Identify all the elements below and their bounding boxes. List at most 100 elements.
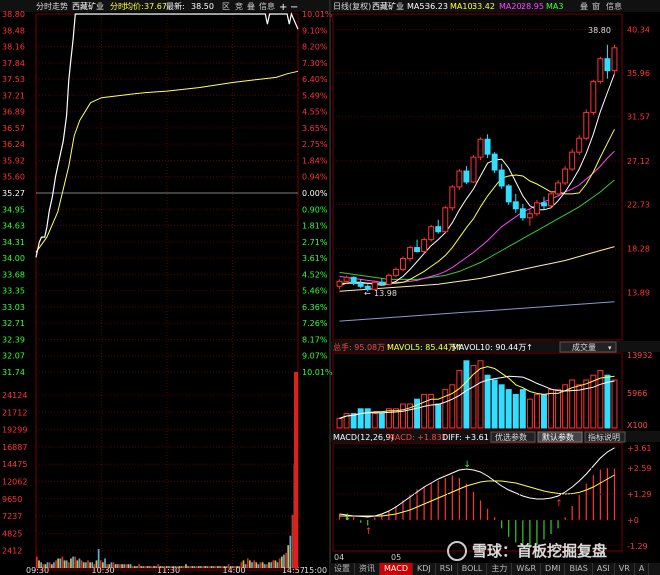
volume-bar — [289, 535, 292, 568]
price-tick-label: 35.92 — [2, 156, 25, 165]
volume-bar — [187, 566, 189, 568]
btn-daily-info[interactable]: 信息 — [606, 1, 622, 11]
price-tick-label: 34.63 — [2, 222, 25, 231]
daily-volume-bar — [505, 389, 512, 429]
intraday-mode[interactable]: 分时 — [110, 1, 126, 11]
ma30-line — [339, 179, 615, 280]
pct-tick-label: 8.20% — [302, 43, 328, 52]
tab-macd[interactable]: MACD — [380, 563, 413, 575]
tab-asi[interactable]: ASI — [593, 563, 615, 575]
volume-bar — [142, 566, 145, 568]
btn-qu[interactable]: 区 — [222, 2, 230, 11]
candle-body — [378, 281, 385, 285]
volume-bar — [227, 564, 230, 568]
btn-die[interactable]: 叠 — [247, 2, 255, 11]
volume-bar — [238, 566, 241, 568]
daily-volume-bar — [576, 384, 583, 429]
candle-body — [505, 185, 512, 203]
tab-[interactable]: 设置 — [330, 563, 355, 575]
btn-overlay[interactable]: 叠 — [580, 2, 588, 11]
volume-bar — [91, 562, 94, 568]
volume-bar — [110, 562, 113, 568]
volume-bar — [268, 562, 270, 568]
pct-tick-label: 0.94% — [302, 173, 328, 182]
volume-bar — [172, 566, 175, 568]
tab-[interactable]: 主力 — [487, 563, 513, 575]
volume-bar — [178, 566, 181, 568]
tab-boll[interactable]: BOLL — [458, 563, 488, 575]
daily-volume-bar — [477, 360, 484, 429]
daily-volume-bar — [541, 393, 547, 429]
pct-tick-label: 7.26% — [302, 319, 328, 328]
daily-axis: 40.34 35.96 31.57 27.12 22.73 18.28 13.89 — [627, 26, 650, 298]
candle-body — [548, 193, 554, 207]
pct-tick-label: 6.36% — [302, 303, 328, 312]
zoom-out-icon[interactable]: − — [290, 2, 298, 13]
daily-volume-bar — [484, 374, 491, 429]
daily-volume-bar — [371, 413, 378, 429]
candle-body — [526, 213, 533, 219]
candle-body — [541, 202, 547, 207]
candle-body — [449, 186, 456, 209]
daily-volume-bar — [590, 374, 597, 429]
volume-bar — [127, 564, 130, 568]
candle-body — [512, 201, 519, 210]
volume-bar — [50, 564, 53, 568]
volume-bar — [112, 562, 115, 568]
volume-bar — [197, 566, 200, 568]
btn-window[interactable]: 窗 — [592, 1, 600, 11]
ma5-line — [339, 73, 615, 286]
volume-bar — [48, 562, 51, 568]
sell-signal-icon: ↑ — [365, 527, 373, 537]
volume-bar — [38, 560, 40, 568]
volume-bar — [223, 566, 226, 568]
chevron-down-icon[interactable]: ▾ — [608, 344, 612, 352]
volume-bar — [74, 556, 77, 568]
volume-bar — [36, 556, 38, 568]
tab-rsi[interactable]: RSI — [436, 563, 458, 575]
volume-bar — [229, 566, 232, 568]
candle-body — [400, 257, 406, 270]
volume-tick-label: 19299 — [2, 426, 27, 435]
btn-jing[interactable]: 竞 — [235, 1, 243, 11]
tab-dmi[interactable]: DMI — [541, 563, 566, 575]
diff-line — [339, 447, 615, 518]
volume-bar — [57, 558, 60, 568]
price-tick-label: 33.68 — [2, 270, 25, 279]
pct-tick-label: 9.10% — [302, 26, 328, 35]
pct-tick-label: 1.81% — [302, 222, 328, 231]
btn-info[interactable]: 信息 — [259, 1, 275, 11]
tab-[interactable]: 资讯 — [355, 563, 380, 575]
tab-kdj[interactable]: KDJ — [413, 563, 436, 575]
ma30-label: MA3 — [546, 2, 563, 11]
vol-tick-mid: 5966 — [627, 389, 647, 398]
candle-body — [421, 239, 428, 253]
daily-volume-bar — [414, 398, 421, 429]
volume-bar — [206, 566, 209, 568]
volume-bar — [121, 564, 123, 568]
pct-tick-label: 5.46% — [302, 287, 328, 296]
pct-tick-label: 2.71% — [302, 238, 328, 247]
tab-a[interactable]: A — [635, 563, 650, 575]
tab-bias[interactable]: BIAS — [565, 563, 593, 575]
price-tick-label: 33.35 — [2, 287, 25, 296]
volume-bar — [182, 566, 185, 568]
pct-tick-label: 9.07% — [302, 352, 328, 361]
daily-volume-bar — [533, 393, 540, 429]
volume-bar — [191, 566, 194, 568]
volume-bar — [272, 560, 275, 568]
date-tick-04: 04 — [334, 553, 344, 562]
daily-volume-bar — [449, 384, 456, 429]
volume-bar — [123, 564, 126, 568]
volume-bar — [204, 566, 207, 568]
pct-tick-label: 4.55% — [302, 108, 328, 117]
volume-bar — [70, 558, 72, 568]
intraday-stock-name: 西藏矿业 — [72, 1, 104, 11]
zoom-in-icon[interactable]: + — [279, 2, 287, 13]
volume-bar — [200, 566, 202, 568]
price-tick-label: 37.53 — [2, 75, 25, 84]
daily-price-tick: 13.89 — [627, 288, 650, 297]
candle-body — [611, 47, 618, 72]
tab-vr[interactable]: VR — [615, 563, 635, 575]
tab-wr[interactable]: W&R — [512, 563, 542, 575]
